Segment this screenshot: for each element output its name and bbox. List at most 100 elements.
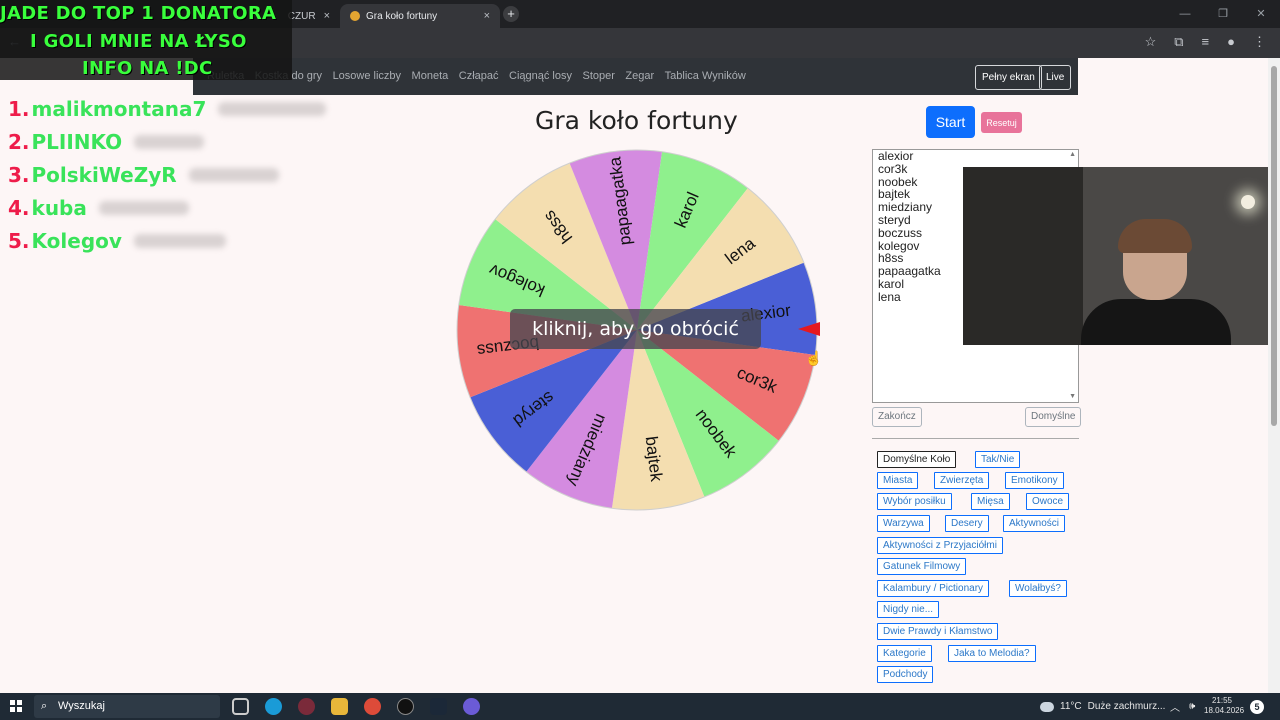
preset-button[interactable]: Mięsa bbox=[971, 493, 1010, 510]
chrome-icon[interactable] bbox=[364, 698, 381, 715]
donator-name: PLIINKO bbox=[31, 129, 123, 154]
preset-button[interactable]: Warzywa bbox=[877, 515, 930, 532]
donator-rank: 2. bbox=[8, 129, 30, 154]
close-window-icon[interactable]: ✕ bbox=[1242, 0, 1280, 28]
donator-rank: 4. bbox=[8, 195, 30, 220]
preset-button[interactable]: Desery bbox=[945, 515, 989, 532]
overlay-text-line1: JADE DO TOP 1 DONATORA bbox=[0, 3, 277, 24]
hand-cursor-icon: ☝ bbox=[805, 350, 823, 366]
taskbar-search-label: Wyszukaj bbox=[58, 700, 105, 712]
preset-button[interactable]: Gatunek Filmowy bbox=[877, 558, 967, 575]
opera-icon[interactable] bbox=[298, 698, 315, 715]
tab-close-icon[interactable]: × bbox=[484, 10, 490, 22]
donator-amount-blurred bbox=[98, 200, 189, 215]
donator-row: 2. PLIINKO bbox=[8, 125, 326, 158]
restore-icon[interactable]: ❐ bbox=[1204, 0, 1242, 28]
steam-icon[interactable] bbox=[430, 698, 447, 715]
overlay-text-line2: I GOLI MNIE NA ŁYSO bbox=[30, 31, 247, 52]
preset-button[interactable]: Kategorie bbox=[877, 645, 932, 662]
webcam-overlay bbox=[963, 167, 1280, 345]
menu-icon[interactable]: ⋮ bbox=[1253, 34, 1266, 50]
bookmark-star-icon[interactable]: ☆ bbox=[1145, 34, 1157, 50]
minimize-icon[interactable]: — bbox=[1166, 0, 1204, 28]
donator-rank: 3. bbox=[8, 162, 30, 187]
volume-icon[interactable]: 🕪 bbox=[1189, 701, 1195, 712]
obs-icon[interactable] bbox=[397, 698, 414, 715]
discord-icon[interactable] bbox=[463, 698, 480, 715]
media-icon[interactable]: ≡ bbox=[1202, 34, 1210, 50]
preset-button[interactable]: Owoce bbox=[1026, 493, 1070, 510]
scroll-up-icon[interactable]: ▲ bbox=[1069, 151, 1076, 158]
weather-temp: 11°C bbox=[1060, 701, 1082, 712]
nav-item[interactable]: Tablica Wyników bbox=[665, 70, 746, 82]
nav-item[interactable]: Ciągnąć losy bbox=[509, 70, 572, 82]
preset-button[interactable]: Podchody bbox=[877, 666, 934, 683]
donator-name: PolskiWeZyR bbox=[31, 162, 177, 187]
fullscreen-button[interactable]: Pełny ekran bbox=[975, 65, 1042, 90]
tab-title: Gra koło fortuny bbox=[366, 10, 438, 22]
preset-button[interactable]: Wybór posiłku bbox=[877, 493, 952, 510]
donator-row: 1. malikmontana7 bbox=[8, 92, 327, 125]
notification-badge[interactable]: 5 bbox=[1250, 700, 1264, 714]
preset-button[interactable]: Wolałbyś? bbox=[1009, 580, 1067, 597]
nav-item[interactable]: Losowe liczby bbox=[333, 70, 401, 82]
preset-button[interactable]: Aktywności z Przyjaciółmi bbox=[877, 537, 1003, 554]
scroll-down-icon[interactable]: ▼ bbox=[1069, 393, 1076, 400]
name-entry: alexior bbox=[878, 149, 914, 163]
preset-button[interactable]: Jaka to Melodia? bbox=[948, 645, 1036, 662]
donator-name: malikmontana7 bbox=[31, 96, 207, 121]
live-button[interactable]: Live bbox=[1039, 65, 1072, 90]
default-button[interactable]: Domyślne bbox=[1025, 407, 1082, 427]
extensions-icon[interactable]: ⧉ bbox=[1174, 34, 1183, 50]
clock-date: 18.04.2026 bbox=[1204, 706, 1245, 715]
weather-desc: Duże zachmurz... bbox=[1087, 701, 1166, 712]
clock-time: 21:55 bbox=[1211, 696, 1233, 705]
cloud-icon bbox=[1040, 701, 1054, 712]
donator-row: 5. Kolegov bbox=[8, 224, 326, 257]
taskbar-search[interactable]: ⌕ Wyszukaj bbox=[34, 695, 220, 718]
file-explorer-icon[interactable] bbox=[331, 698, 348, 715]
preset-button[interactable]: Aktywności bbox=[1003, 515, 1066, 532]
favicon-icon bbox=[350, 11, 360, 21]
chevron-up-icon[interactable]: ︿ bbox=[1170, 699, 1180, 714]
search-icon: ⌕ bbox=[41, 700, 48, 712]
donator-amount-blurred bbox=[133, 233, 226, 248]
preset-button[interactable]: Miasta bbox=[877, 472, 919, 489]
profile-icon[interactable]: ● bbox=[1227, 34, 1235, 50]
donator-rank: 1. bbox=[8, 96, 30, 121]
donator-row: 3. PolskiWeZyR bbox=[8, 158, 326, 191]
reset-button[interactable]: Resetuj bbox=[981, 112, 1022, 133]
clock[interactable]: 21:55 18.04.2026 bbox=[1204, 696, 1245, 716]
page-scrollbar[interactable] bbox=[1268, 58, 1280, 694]
preset-button[interactable]: Domyślne Koło bbox=[877, 451, 957, 468]
donator-amount-blurred bbox=[134, 134, 205, 149]
site-navbar: RuletkaKostka do gryLosowe liczbyMonetaC… bbox=[193, 58, 1078, 95]
window-controls: — ❐ ✕ bbox=[1166, 0, 1280, 28]
scrollbar-thumb[interactable] bbox=[1271, 66, 1277, 426]
system-tray: ︿ 🕪 bbox=[1170, 693, 1195, 720]
tab-close-icon[interactable]: × bbox=[324, 10, 330, 22]
nav-item[interactable]: Zegar bbox=[625, 70, 654, 82]
start-button[interactable]: Start bbox=[926, 106, 975, 138]
browser-tab-active[interactable]: Gra koło fortuny × bbox=[340, 4, 500, 28]
task-view-icon[interactable] bbox=[232, 698, 249, 715]
spin-tooltip[interactable]: kliknij, aby go obrócić bbox=[510, 309, 761, 349]
nav-item[interactable]: Człapać bbox=[459, 70, 499, 82]
top-donators-list: 1. malikmontana7 2. PLIINKO 3. PolskiWeZyR 4. k… bbox=[8, 92, 327, 257]
donator-amount-blurred bbox=[218, 101, 327, 116]
preset-button[interactable]: Tak/Nie bbox=[975, 451, 1021, 468]
weather-widget[interactable]: 11°C Duże zachmurz... bbox=[1040, 693, 1165, 720]
nav-item[interactable]: Stoper bbox=[582, 70, 614, 82]
windows-taskbar: ⌕ Wyszukaj 11°C Duże zachmurz... ︿ 🕪 21:… bbox=[0, 693, 1280, 720]
preset-button[interactable]: Zwierzęta bbox=[934, 472, 990, 489]
end-button[interactable]: Zakończ bbox=[872, 407, 922, 427]
nav-item[interactable]: Moneta bbox=[412, 70, 449, 82]
preset-button[interactable]: Dwie Prawdy i Kłamstwo bbox=[877, 623, 999, 640]
donator-name: Kolegov bbox=[31, 228, 122, 253]
preset-button[interactable]: Emotikony bbox=[1005, 472, 1064, 489]
preset-button[interactable]: Nigdy nie... bbox=[877, 601, 940, 618]
new-tab-button[interactable]: + bbox=[503, 6, 519, 22]
edge-icon[interactable] bbox=[265, 698, 282, 715]
windows-start-icon[interactable] bbox=[10, 700, 22, 712]
preset-button[interactable]: Kalambury / Pictionary bbox=[877, 580, 990, 597]
